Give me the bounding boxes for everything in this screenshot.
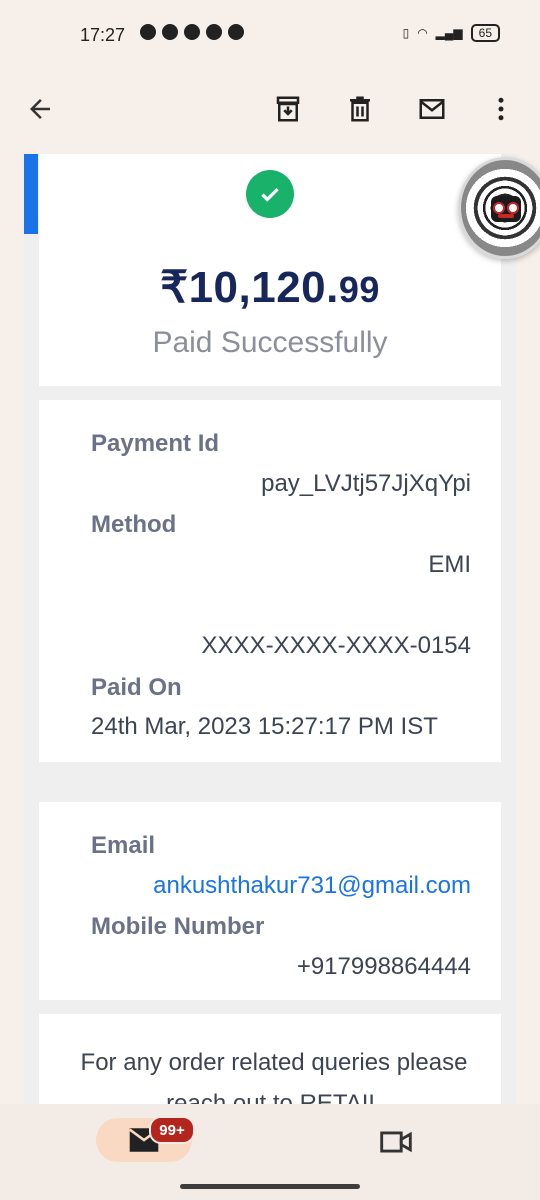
vibrate-icon: ▯: [402, 26, 410, 40]
back-arrow-icon: [30, 99, 50, 119]
notification-icon: [140, 24, 156, 40]
check-circle-icon: [246, 170, 294, 218]
payment-id-value: pay_LVJtj57JjXqYpi: [261, 470, 471, 497]
more-options-button[interactable]: [481, 89, 521, 129]
amount-decimals: 99: [338, 269, 380, 310]
delete-button[interactable]: [340, 89, 380, 129]
mobile-value: +917998864444: [296, 953, 471, 980]
accent-bar: [24, 154, 38, 234]
messages-icon: [184, 24, 200, 40]
avatar-eye: [507, 202, 519, 214]
payment-details-card: Payment Id pay_LVJtj57JjXqYpi Method EMI…: [39, 400, 501, 762]
archive-icon: [276, 96, 300, 122]
home-indicator[interactable]: [180, 1184, 360, 1189]
mail-icon: [419, 99, 445, 119]
paid-on-value: 24th Mar, 2023 15:27:17 PM IST: [91, 713, 438, 740]
delete-icon: [350, 96, 370, 122]
contact-details-card: Email ankushthakur731@gmail.com Mobile N…: [39, 802, 501, 1000]
email-body[interactable]: ₹10,120.99 Paid Successfully Payment Id …: [24, 154, 516, 1104]
status-bar: 17:27 ▯ ◠ ▂▄▆ 65: [0, 0, 540, 72]
signal-icon: ▂▄▆: [435, 26, 463, 40]
whatsapp-icon: [162, 24, 178, 40]
mobile-label: Mobile Number: [91, 913, 265, 940]
app-icon: [206, 24, 222, 40]
avatar-eye: [493, 202, 505, 214]
system-icons: ▯ ◠ ▂▄▆ 65: [403, 24, 500, 42]
avatar-mouth: [498, 214, 514, 218]
unread-badge: 99+: [149, 1116, 195, 1144]
payment-id-label: Payment Id: [91, 430, 220, 457]
paid-on-label: Paid On: [91, 674, 182, 701]
battery-icon: 65: [470, 24, 500, 42]
more-vert-icon: [498, 97, 504, 121]
support-text: For any order related queries please rea…: [80, 1049, 468, 1104]
method-value: EMI: [428, 551, 471, 578]
app-icon: [228, 24, 244, 40]
payment-amount: ₹10,120.99: [39, 262, 501, 313]
amount-main: ₹10,120.: [160, 263, 339, 312]
video-camera-icon: [380, 1131, 412, 1153]
archive-button[interactable]: [268, 89, 308, 129]
status-time: 17:27: [80, 25, 126, 45]
mark-unread-button[interactable]: [412, 89, 452, 129]
wifi-icon: ◠: [417, 26, 428, 40]
email-label: Email: [91, 832, 156, 859]
app-toolbar: [0, 72, 540, 154]
payment-summary-card: ₹10,120.99 Paid Successfully: [39, 154, 501, 386]
method-label: Method: [91, 511, 177, 538]
card-number: XXXX-XXXX-XXXX-0154: [201, 632, 471, 659]
meet-tab[interactable]: [375, 1124, 417, 1160]
notification-icons: [140, 24, 244, 40]
bottom-navigation: 99+: [0, 1104, 540, 1200]
back-button[interactable]: [20, 89, 60, 129]
support-card: For any order related queries please rea…: [39, 1014, 501, 1104]
avatar-face: [491, 196, 521, 222]
email-link[interactable]: ankushthakur731@gmail.com: [153, 872, 471, 900]
payment-status: Paid Successfully: [152, 326, 388, 359]
